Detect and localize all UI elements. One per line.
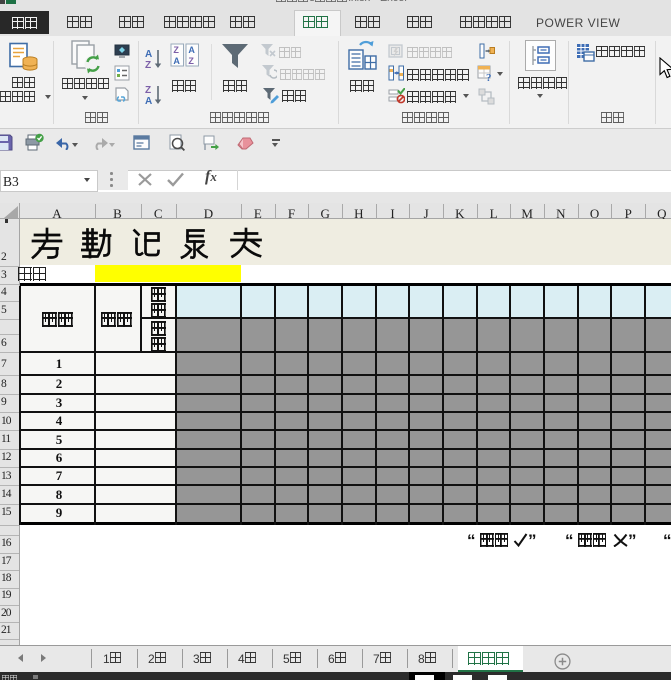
svg-text:A: A [188,45,195,55]
svg-text:?: ? [486,72,492,82]
svg-text:Z: Z [145,60,151,69]
svg-text:A: A [173,56,180,66]
svg-text:Z: Z [173,45,179,55]
svg-text:A: A [145,49,152,60]
svg-text:Z: Z [188,56,194,66]
svg-text:Z: Z [145,85,151,96]
svg-text:A: A [145,96,152,105]
